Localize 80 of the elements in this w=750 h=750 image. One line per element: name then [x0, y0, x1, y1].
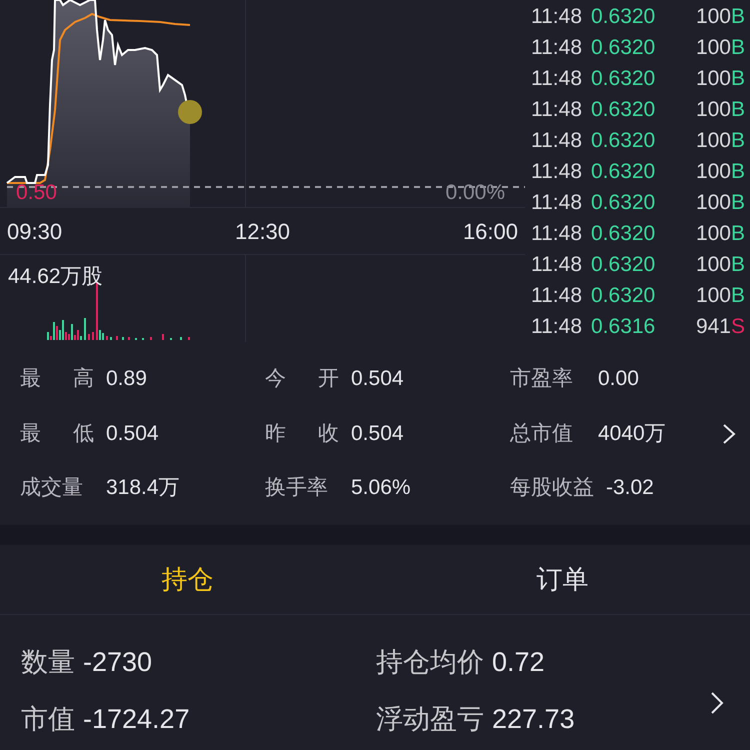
trade-volume: 100 [694, 282, 731, 309]
trade-side: B [731, 96, 746, 123]
trade-time: 11:48 [531, 158, 583, 185]
trade-time: 11:48 [531, 34, 583, 61]
trade-side: S [731, 314, 746, 340]
stat-value: 5.06% [351, 475, 411, 502]
stat-label: 市盈率 [510, 366, 574, 392]
trade-side: B [731, 252, 746, 278]
position-value: -1724.27 [83, 702, 190, 736]
trade-time: 11:48 [531, 252, 583, 278]
position-label: 浮动盈亏 [376, 702, 484, 736]
stat-label: 总市值 [510, 420, 574, 447]
stat-label: 最 低 [20, 420, 94, 447]
trade-side: B [731, 158, 746, 185]
trade-price: 0.6320 [591, 158, 656, 185]
trade-volume: 100 [694, 190, 731, 216]
trade-price: 0.6320 [591, 96, 656, 123]
position-value: 227.73 [492, 702, 575, 736]
time-label: 09:30 [7, 218, 62, 246]
trade-side: B [731, 282, 746, 309]
trade-side: B [731, 4, 746, 30]
trade-price: 0.6320 [591, 66, 656, 92]
trade-time: 11:48 [531, 4, 583, 30]
trade-price: 0.6320 [591, 34, 656, 61]
trade-side: B [731, 190, 746, 216]
stat-value: 4040万 [598, 420, 666, 447]
stat-label: 今 开 [265, 366, 339, 392]
trade-side: B [731, 128, 746, 154]
trade-price: 0.6320 [591, 128, 656, 154]
chevron-right-icon[interactable] [710, 691, 724, 715]
stat-value: -3.02 [606, 475, 654, 502]
tab[interactable]: 持仓 [0, 545, 375, 614]
trade-volume: 100 [694, 4, 731, 30]
position-value: -2730 [83, 646, 152, 679]
volume-label: 44.62万股 [8, 264, 103, 290]
trade-volume: 100 [694, 96, 731, 123]
price-label: 0.50 [16, 182, 57, 203]
trade-time: 11:48 [531, 128, 583, 154]
stat-value: 318.4万 [106, 475, 180, 502]
trade-volume: 100 [694, 252, 731, 278]
trade-side: B [731, 220, 746, 247]
chevron-right-icon[interactable] [722, 423, 736, 445]
trade-side: B [731, 66, 746, 92]
trade-volume: 100 [694, 220, 731, 247]
trade-volume: 100 [694, 34, 731, 61]
trade-price: 0.6320 [591, 190, 656, 216]
stat-label: 最 高 [20, 366, 94, 392]
stat-label: 换手率 [265, 475, 329, 502]
trade-volume: 100 [694, 66, 731, 92]
stat-label: 每股收益 [510, 475, 594, 502]
position-label: 市值 [21, 702, 75, 736]
trade-time: 11:48 [531, 190, 583, 216]
change-label: 0.00% [445, 182, 505, 203]
trade-time: 11:48 [531, 314, 583, 340]
trade-time: 11:48 [531, 282, 583, 309]
stat-value: 0.504 [351, 420, 404, 447]
tab[interactable]: 订单 [375, 545, 750, 614]
position-label: 数量 [21, 646, 75, 679]
trade-volume: 100 [694, 128, 731, 154]
trade-volume: 941 [694, 314, 731, 340]
trade-time: 11:48 [531, 96, 583, 123]
stat-value: 0.504 [351, 366, 404, 392]
trade-volume: 100 [694, 158, 731, 185]
trade-price: 0.6320 [591, 4, 656, 30]
trade-price: 0.6320 [591, 282, 656, 309]
time-label: 12:30 [234, 218, 290, 246]
trade-price: 0.6320 [591, 220, 656, 247]
stat-value: 0.00 [598, 366, 639, 392]
trade-time: 11:48 [531, 220, 583, 247]
time-label: 16:00 [462, 218, 518, 246]
trade-price: 0.6320 [591, 252, 656, 278]
trade-time: 11:48 [531, 66, 583, 92]
position-label: 持仓均价 [376, 646, 484, 679]
stat-value: 0.504 [106, 420, 159, 447]
stat-label: 昨 收 [265, 420, 339, 447]
position-value: 0.72 [492, 646, 545, 679]
stat-label: 成交量 [20, 475, 84, 502]
trade-side: B [731, 34, 746, 61]
stat-value: 0.89 [106, 366, 147, 392]
trade-price: 0.6316 [591, 314, 656, 340]
